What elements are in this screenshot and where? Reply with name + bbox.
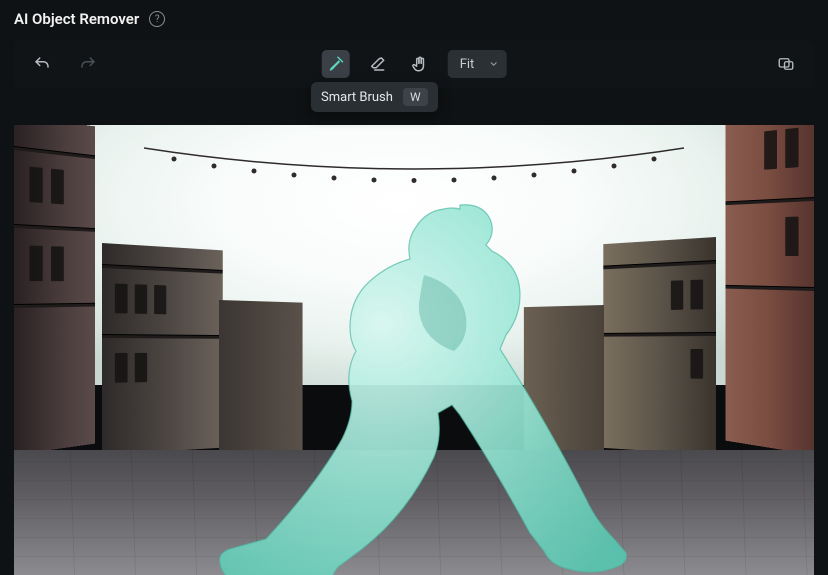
zoom-select[interactable]: Fit <box>448 50 507 78</box>
undo-button[interactable] <box>28 50 56 78</box>
redo-button[interactable] <box>74 50 102 78</box>
eraser-button[interactable] <box>364 50 392 78</box>
toolbar-tools: Fit <box>322 50 507 78</box>
image-canvas[interactable] <box>14 125 814 575</box>
chevron-down-icon <box>488 59 498 69</box>
toolbar: Fit <box>14 40 814 88</box>
pan-hand-button[interactable] <box>406 50 434 78</box>
compare-button[interactable] <box>772 50 800 78</box>
toolbar-right <box>772 50 800 78</box>
zoom-select-label: Fit <box>460 57 475 72</box>
help-icon[interactable]: ? <box>149 11 165 27</box>
smart-brush-button[interactable] <box>322 50 350 78</box>
page-title: AI Object Remover <box>14 10 139 28</box>
tooltip-shortcut: W <box>403 88 428 106</box>
selection-mask <box>192 195 612 575</box>
tooltip-label: Smart Brush <box>321 90 393 105</box>
toolbar-history <box>28 50 102 78</box>
tool-tooltip: Smart Brush W <box>311 82 438 112</box>
titlebar: AI Object Remover ? <box>0 0 828 36</box>
